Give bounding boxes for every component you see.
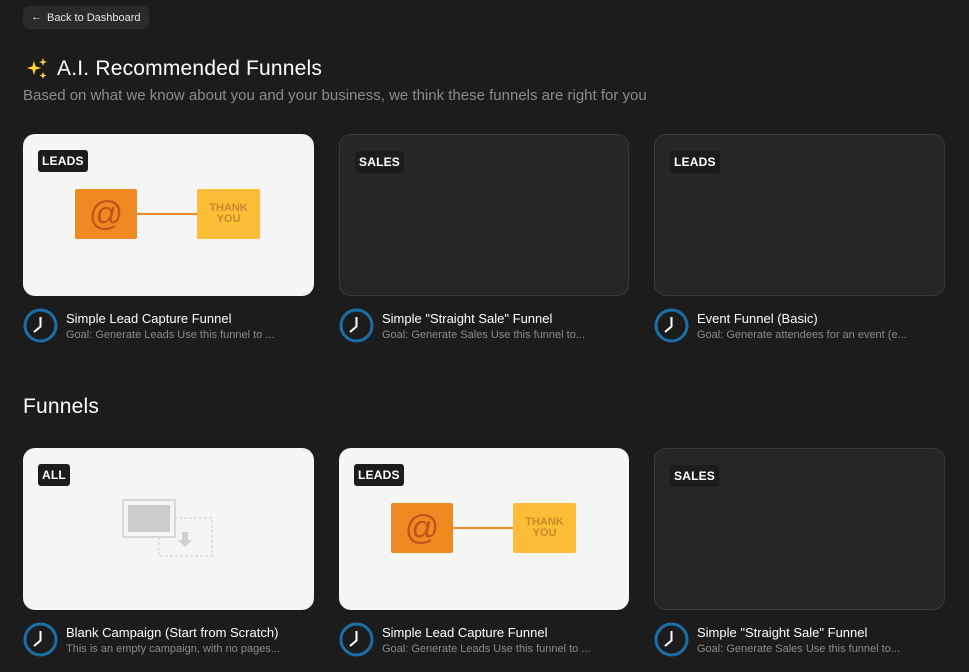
back-button-label: Back to Dashboard <box>47 11 141 24</box>
card-thumbnail[interactable]: LEADS @ THANK YOU <box>339 448 629 610</box>
sparkles-icon <box>23 57 47 79</box>
category-badge: LEADS <box>354 464 404 486</box>
category-badge: SALES <box>355 151 405 173</box>
card-title: Simple "Straight Sale" Funnel <box>382 311 553 326</box>
funnel-card[interactable]: LEADS @ THANK YOU Simple Lead Capture Fu… <box>339 448 629 657</box>
card-description: Goal: Generate Sales Use this funnel to.… <box>697 643 901 655</box>
funnels-grid: ALL Blank Campaign (Start from Scratch) … <box>23 448 945 657</box>
clock-icon <box>654 622 689 657</box>
card-description: This is an empty campaign, with no pages… <box>66 643 280 655</box>
card-description: Goal: Generate Sales Use this funnel to.… <box>382 329 586 341</box>
recommended-header: A.I. Recommended Funnels <box>23 56 322 82</box>
lead-capture-illustration: @ THANK YOU <box>391 503 576 553</box>
category-badge: LEADS <box>38 150 88 172</box>
page-subtitle: Based on what we know about you and your… <box>23 87 647 104</box>
funnel-card[interactable]: SALES Simple "Straight Sale" Funnel Goal… <box>339 134 629 343</box>
back-to-dashboard-button[interactable]: ← Back to Dashboard <box>23 6 149 29</box>
card-thumbnail[interactable]: LEADS <box>654 134 945 296</box>
lead-capture-illustration: @ THANK YOU <box>75 189 260 239</box>
card-title: Simple Lead Capture Funnel <box>66 311 232 326</box>
card-thumbnail[interactable]: SALES <box>654 448 945 610</box>
clock-icon <box>339 308 374 343</box>
card-thumbnail[interactable]: SALES <box>339 134 629 296</box>
category-badge: LEADS <box>670 151 720 173</box>
card-thumbnail[interactable]: LEADS @ THANK YOU <box>23 134 314 296</box>
card-description: Goal: Generate Leads Use this funnel to … <box>66 329 275 341</box>
page-title: A.I. Recommended Funnels <box>57 57 323 80</box>
card-title: Simple Lead Capture Funnel <box>382 625 548 640</box>
funnel-card[interactable]: SALES Simple "Straight Sale" Funnel Goal… <box>654 448 945 657</box>
card-title: Simple "Straight Sale" Funnel <box>697 625 868 640</box>
card-thumbnail[interactable]: ALL <box>23 448 314 610</box>
funnel-card[interactable]: LEADS @ THANK YOU Simple Lead Capture Fu… <box>23 134 314 343</box>
card-description: Goal: Generate Leads Use this funnel to … <box>382 643 591 655</box>
section-title: Funnels <box>23 395 100 418</box>
thank-you-page: THANK YOU <box>197 189 260 239</box>
funnels-header: Funnels <box>23 395 99 419</box>
clock-icon <box>654 308 689 343</box>
blank-page-illustration <box>122 499 213 557</box>
clock-icon <box>339 622 374 657</box>
thank-you-page: THANK YOU <box>513 503 576 553</box>
flow-connector <box>453 527 513 529</box>
funnel-card[interactable]: ALL Blank Campaign (Start from Scratch) … <box>23 448 314 657</box>
recommended-grid: LEADS @ THANK YOU Simple Lead Capture Fu… <box>23 134 945 343</box>
funnel-card[interactable]: LEADS Event Funnel (Basic) Goal: Generat… <box>654 134 945 343</box>
clock-icon <box>23 308 58 343</box>
card-title: Blank Campaign (Start from Scratch) <box>66 625 279 640</box>
email-optin-page: @ <box>391 503 453 553</box>
flow-connector <box>137 213 197 215</box>
clock-icon <box>23 622 58 657</box>
card-description: Goal: Generate attendees for an event (e… <box>697 329 907 341</box>
category-badge: ALL <box>38 464 70 486</box>
card-title: Event Funnel (Basic) <box>697 311 818 326</box>
arrow-left-icon: ← <box>31 11 42 23</box>
email-optin-page: @ <box>75 189 137 239</box>
category-badge: SALES <box>670 465 720 487</box>
